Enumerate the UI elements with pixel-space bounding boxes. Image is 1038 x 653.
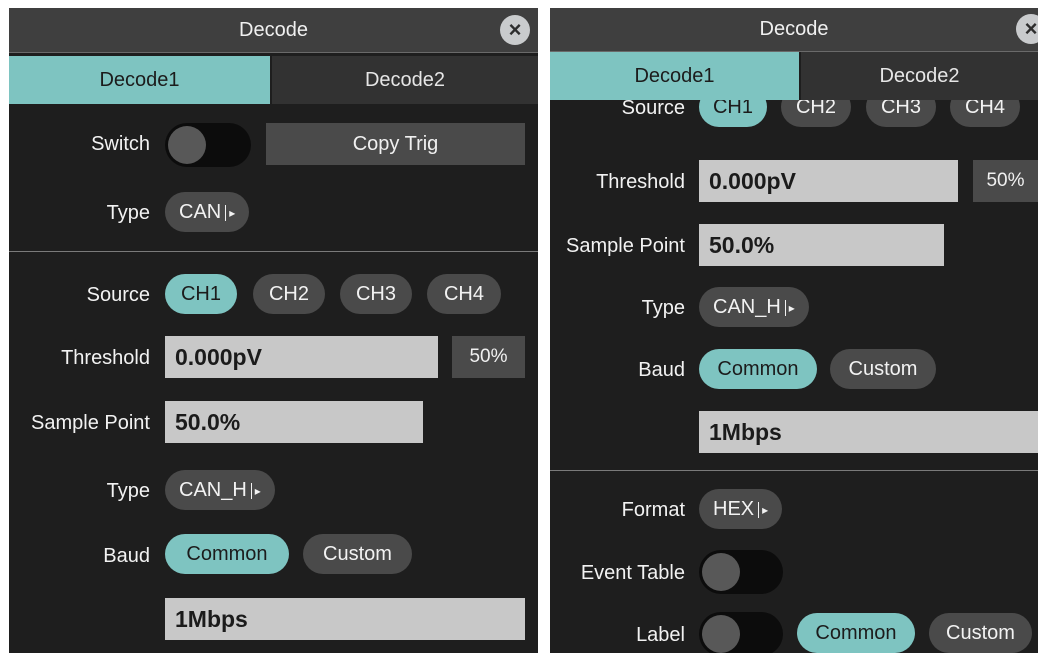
type-label: Type (106, 202, 150, 224)
sample-point-field[interactable]: 50.0% (699, 224, 944, 266)
toggle-knob (702, 553, 740, 591)
baud-label: Baud (638, 359, 685, 381)
signal-type-dropdown[interactable]: CAN_H ▸ (699, 287, 809, 327)
sample-point-label: Sample Point (566, 235, 685, 257)
event-table-label: Event Table (580, 562, 685, 584)
dialog-title: Decode (239, 19, 308, 41)
dialog-title: Decode (759, 18, 829, 40)
baud-custom-button[interactable]: Custom (830, 349, 936, 389)
format-label: Format (621, 499, 685, 521)
source-ch4-button[interactable]: CH4 (427, 274, 501, 314)
threshold-field[interactable]: 0.000pV (165, 336, 438, 378)
switch-label: Switch (91, 133, 150, 155)
baud-rate-field[interactable]: 1Mbps (165, 598, 525, 640)
event-table-toggle[interactable] (699, 550, 783, 594)
format-dropdown[interactable]: HEX ▸ (699, 489, 783, 529)
source-ch4-button[interactable]: CH4 (950, 100, 1020, 127)
label-custom-button[interactable]: Custom (929, 613, 1032, 653)
sample-point-label: Sample Point (31, 412, 150, 434)
toggle-knob (702, 615, 740, 653)
signal-type-value: CAN_H (179, 479, 247, 501)
dropdown-arrow-icon: ▸ (250, 482, 261, 499)
source-ch2-button[interactable]: CH2 (253, 274, 325, 314)
copy-trig-button[interactable]: Copy Trig (266, 123, 525, 165)
baud-label: Baud (103, 545, 150, 567)
threshold-field[interactable]: 0.000pV (699, 160, 958, 202)
dialog-header: Decode × (9, 8, 538, 53)
baud-common-button[interactable]: Common (699, 349, 817, 389)
source-ch1-button[interactable]: CH1 (165, 274, 237, 314)
source-ch3-button[interactable]: CH3 (340, 274, 412, 314)
dropdown-arrow-icon: ▸ (784, 299, 795, 316)
dialog-header: Decode × (550, 8, 1038, 52)
source-label: Source (86, 284, 150, 306)
baud-rate-field[interactable]: 1Mbps (699, 411, 1038, 453)
threshold-50-button[interactable]: 50% (452, 336, 525, 378)
divider (550, 470, 1038, 471)
tab-decode1[interactable]: Decode1 (9, 56, 270, 104)
type-value: CAN (179, 201, 222, 223)
source-label: Source (621, 100, 685, 119)
decode-dialog-right: Decode × Decode1 Decode2 Source CH1 CH2 … (550, 8, 1038, 653)
baud-custom-button[interactable]: Custom (303, 534, 412, 574)
signal-type-label: Type (641, 297, 685, 319)
threshold-label: Threshold (61, 347, 150, 369)
tab-decode2[interactable]: Decode2 (272, 56, 538, 104)
tab-decode2[interactable]: Decode2 (801, 52, 1038, 100)
decode-tabs: Decode1 Decode2 (550, 52, 1038, 100)
source-ch2-button[interactable]: CH2 (781, 100, 851, 127)
label-common-button[interactable]: Common (797, 613, 915, 653)
signal-type-value: CAN_H (713, 296, 781, 318)
tab-decode1[interactable]: Decode1 (550, 52, 799, 100)
toggle-knob (168, 126, 206, 164)
decode-tabs: Decode1 Decode2 (9, 56, 538, 104)
switch-toggle[interactable] (165, 123, 251, 167)
source-ch3-button[interactable]: CH3 (866, 100, 936, 127)
label-toggle[interactable] (699, 612, 783, 653)
source-ch1-button[interactable]: CH1 (699, 100, 767, 127)
scroll-area[interactable]: Source CH1 CH2 CH3 CH4 Threshold 0.000pV… (550, 100, 1038, 653)
signal-type-label: Type (106, 480, 150, 502)
format-value: HEX (713, 498, 755, 520)
sample-point-field[interactable]: 50.0% (165, 401, 423, 443)
close-icon[interactable]: × (500, 15, 530, 45)
decode-dialog-left: Decode × Decode1 Decode2 Switch Copy Tri… (9, 8, 538, 653)
dropdown-arrow-icon: ▸ (758, 501, 768, 518)
dropdown-arrow-icon: ▸ (225, 204, 235, 221)
signal-type-dropdown[interactable]: CAN_H ▸ (165, 470, 275, 510)
close-icon[interactable]: × (1016, 14, 1038, 44)
divider (9, 251, 538, 252)
type-dropdown[interactable]: CAN ▸ (165, 192, 250, 232)
threshold-50-button[interactable]: 50% (973, 160, 1038, 202)
baud-common-button[interactable]: Common (165, 534, 289, 574)
threshold-label: Threshold (596, 171, 685, 193)
label-label: Label (636, 624, 685, 646)
